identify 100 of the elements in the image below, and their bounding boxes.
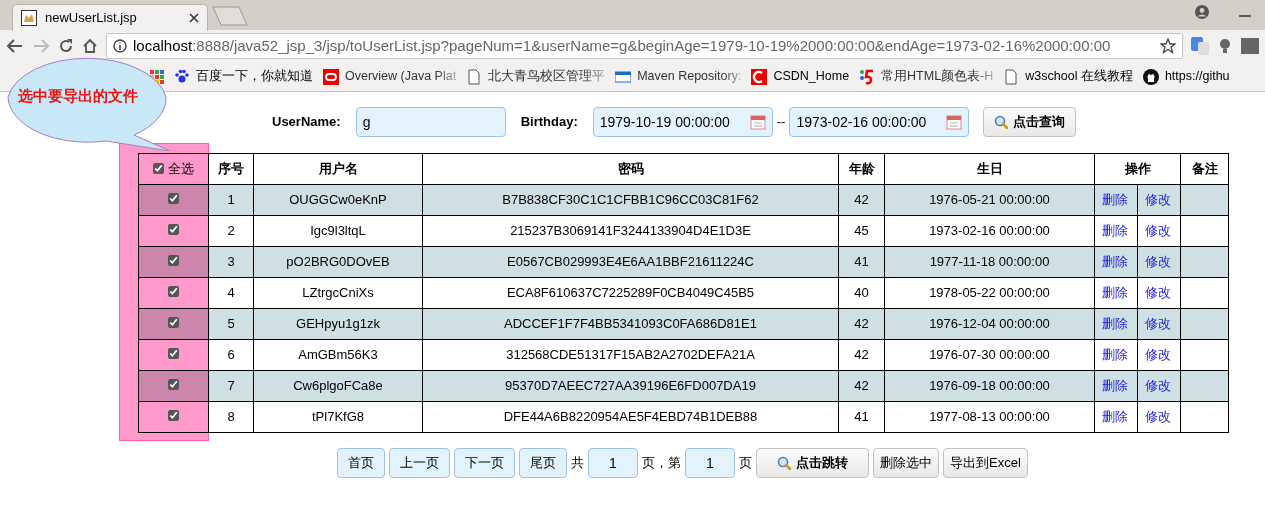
row-checkbox[interactable] — [168, 317, 179, 329]
table-cell: 1976-12-04 00:00:00 — [884, 308, 1095, 340]
home-icon[interactable] — [82, 38, 98, 54]
bookmark[interactable]: Overview (Java Plat — [323, 67, 457, 86]
table-cell: 1976-05-21 00:00:00 — [884, 184, 1095, 216]
table-cell: 1973-02-16 00:00:00 — [884, 215, 1095, 247]
table-cell: 45 — [838, 215, 885, 247]
table-cell: 1976-07-30 00:00:00 — [884, 339, 1095, 371]
bookmark[interactable]: 百度一下，你就知道 — [174, 67, 313, 86]
c-letter-icon — [751, 68, 768, 85]
address-bar[interactable]: localhost:8888/java52_jsp_3/jsp/toUserList.jsp?pageNum=1&userName=g&beginAge=1979-10-19%2000:00:00&endAge=1973-02-16%2000:00:00 — [106, 33, 1183, 59]
bookmark[interactable]: w3school 在线教程 — [1003, 67, 1133, 86]
paw-icon — [174, 68, 190, 85]
row-checkbox[interactable] — [168, 286, 179, 298]
table-cell: 1977-08-13 00:00:00 — [884, 401, 1095, 433]
column-header: 备注 — [1180, 153, 1229, 185]
table-cell: GEHpyu1g1zk — [253, 308, 423, 340]
pager-text: 共 — [571, 454, 584, 473]
row-checkbox[interactable] — [168, 224, 179, 236]
tomcat-icon — [21, 10, 37, 26]
table-cell: 4 — [208, 277, 254, 309]
colors-icon — [859, 68, 876, 85]
delete-selected-button[interactable]: 删除选中 — [873, 448, 939, 478]
export-button[interactable]: 导出到Excel — [943, 448, 1028, 478]
select-all-checkbox[interactable] — [153, 163, 164, 175]
bookmark[interactable]: Maven Repository: — [615, 67, 742, 86]
row-checkbox[interactable] — [168, 379, 179, 391]
callout-text: 选中要导出的文件 — [18, 86, 138, 106]
bulb-icon[interactable] — [1217, 37, 1233, 55]
row-checkbox[interactable] — [168, 255, 179, 267]
page-number-field[interactable]: 1 — [685, 448, 735, 478]
first-page-button[interactable]: 首页 — [337, 448, 385, 478]
page-icon — [466, 68, 483, 85]
table-cell: B7B838CF30C1C1CFBB1C96CC03C81F62 — [422, 184, 839, 216]
edit-link[interactable]: 修改 — [1137, 339, 1181, 371]
date-field[interactable]: 1979-10-19 00:00:00 — [592, 107, 773, 137]
table-cell: 40 — [838, 277, 885, 309]
calendar-icon[interactable] — [749, 114, 766, 130]
delete-link[interactable]: 删除 — [1094, 401, 1138, 433]
table-cell: LZtrgcCniXs — [253, 277, 423, 309]
last-page-button[interactable]: 尾页 — [519, 448, 567, 478]
calendar-icon[interactable] — [946, 114, 963, 130]
table-cell: 6 — [208, 339, 254, 371]
column-header: 操作 — [1094, 153, 1181, 185]
table-cell: 95370D7AEEC727AA39196E6FD007DA19 — [422, 370, 839, 402]
reload-icon[interactable] — [58, 38, 74, 54]
edit-link[interactable]: 修改 — [1137, 401, 1181, 433]
browser-tab[interactable]: newUserList.jsp — [12, 4, 208, 31]
username-field[interactable]: g — [355, 107, 506, 137]
pager-text: 页，第 — [642, 454, 681, 473]
table-cell: 1976-09-18 00:00:00 — [884, 370, 1095, 402]
table-cell: 312568CDE51317F15AB2A2702DEFA21A — [422, 339, 839, 371]
select-all-label: 全选 — [168, 161, 194, 177]
github-icon — [1142, 68, 1159, 85]
search-button[interactable]: 点击查询 — [983, 107, 1077, 137]
search-icon — [994, 115, 1009, 129]
delete-link[interactable]: 删除 — [1094, 277, 1138, 309]
field-label: UserName: — [272, 113, 341, 132]
date-field[interactable]: 1973-02-16 00:00:00 — [789, 107, 970, 137]
close-icon[interactable] — [189, 13, 199, 23]
previous-page-button[interactable]: 上一页 — [389, 448, 450, 478]
delete-link[interactable]: 删除 — [1094, 339, 1138, 371]
table-cell: 1977-11-18 00:00:00 — [884, 246, 1095, 278]
edit-link[interactable]: 修改 — [1137, 277, 1181, 309]
delete-link[interactable]: 删除 — [1094, 215, 1138, 247]
row-checkbox[interactable] — [168, 348, 179, 360]
column-header: 用户名 — [253, 153, 423, 185]
column-header: 密码 — [422, 153, 839, 185]
next-page-button[interactable]: 下一页 — [454, 448, 515, 478]
table-cell: E0567CB029993E4E6AA1BBF21611224C — [422, 246, 839, 278]
oracle-icon — [323, 68, 339, 85]
row-checkbox[interactable] — [168, 193, 179, 205]
table-cell: DFE44A6B8220954AE5F4EBD74B1DEB88 — [422, 401, 839, 433]
account-icon[interactable] — [1195, 5, 1209, 19]
row-checkbox[interactable] — [168, 410, 179, 422]
bookmark[interactable]: 常用HTML颜色表-H — [859, 67, 994, 86]
bookmark[interactable]: 北大青鸟校区管理平 — [466, 67, 606, 86]
table-cell: ECA8F610637C7225289F0CB4049C45B5 — [422, 277, 839, 309]
edit-link[interactable]: 修改 — [1137, 215, 1181, 247]
column-header: 生日 — [884, 153, 1095, 185]
table-cell: pO2BRG0DOvEB — [253, 246, 423, 278]
total-pages-field[interactable]: 1 — [588, 448, 638, 478]
table-cell: Cw6plgoFCa8e — [253, 370, 423, 402]
page-icon — [1003, 68, 1020, 85]
table-cell: 41 — [838, 401, 885, 433]
table-cell: ADCCEF1F7F4BB5341093C0FA686D81E1 — [422, 308, 839, 340]
column-header: 序号 — [208, 153, 254, 185]
table-cell: tPl7KfG8 — [253, 401, 423, 433]
back-icon[interactable] — [6, 38, 24, 54]
bookmark[interactable]: https://githu — [1142, 67, 1230, 86]
table-cell: Igc9l3ltqL — [253, 215, 423, 247]
bookmark[interactable]: CSDN_Home — [751, 67, 850, 86]
table-cell: 2 — [208, 215, 254, 247]
table-cell: 215237B3069141F3244133904D4E1D3E — [422, 215, 839, 247]
pager-text: 页 — [739, 454, 752, 473]
table-cell: OUGGCw0eKnP — [253, 184, 423, 216]
jump-button[interactable]: 点击跳转 — [756, 448, 869, 478]
translate-icon[interactable] — [1191, 37, 1209, 55]
star-icon[interactable] — [1160, 38, 1176, 54]
field-label: Birthday: — [520, 113, 578, 132]
